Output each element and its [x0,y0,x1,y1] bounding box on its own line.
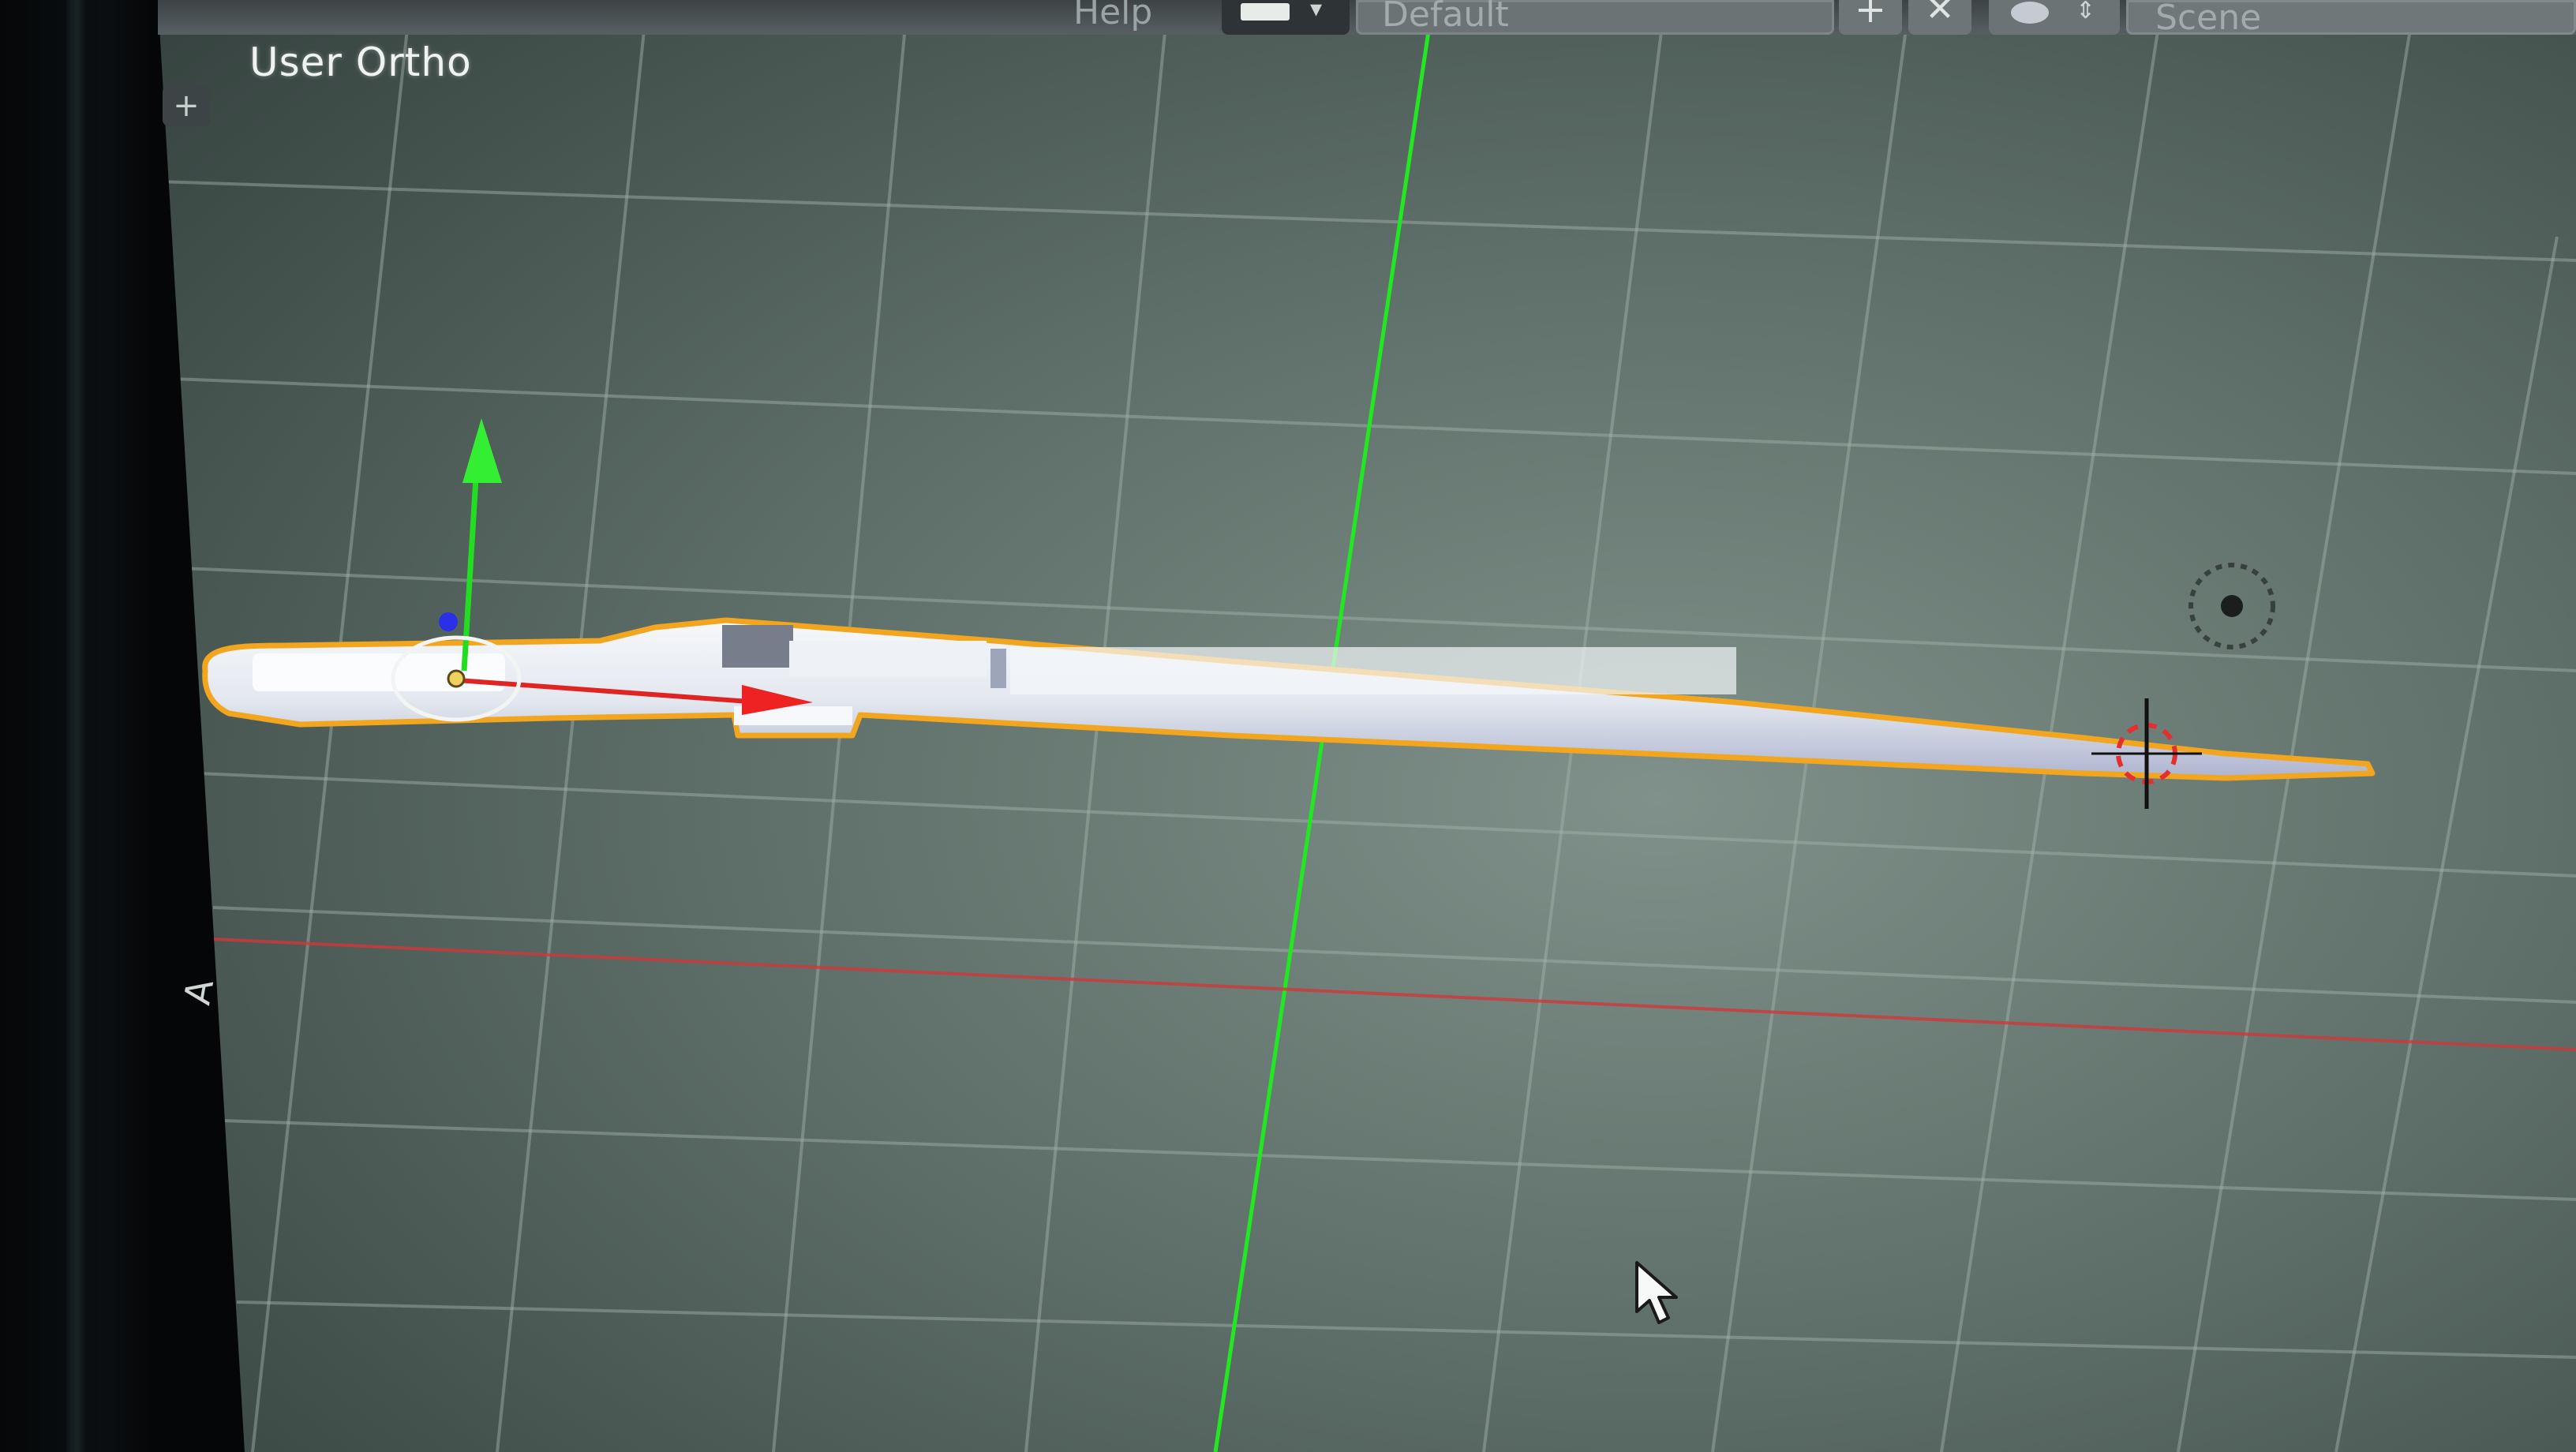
toolshelf-toggle-button[interactable]: + [163,85,210,126]
scene-name-field[interactable]: Scene [2126,0,2576,38]
object-origin-dot [447,669,466,688]
chevron-down-icon: ⇕ [2076,0,2096,24]
screen-layout-name: Default [1382,0,1509,35]
layout-selector[interactable]: ▾ [1222,0,1350,35]
close-icon: ✕ [1925,0,1955,29]
help-menu[interactable]: Help [1073,0,1152,32]
viewport-3d[interactable] [0,0,2576,1452]
scene-icon [2011,2,2049,24]
layout-grid-icon [1241,3,1290,21]
gizmo-z-axis-handle[interactable] [439,612,458,631]
chevron-down-icon: ▾ [1310,0,1323,23]
view-label: User Ortho [249,39,472,85]
scene-name: Scene [2155,0,2262,38]
screen-layout-field[interactable]: Default [1356,0,1834,35]
info-header-bar: Help ▾ Default + ✕ ⇕ Scene [158,0,2576,38]
plus-icon: + [1854,0,1887,32]
add-layout-button[interactable]: + [1839,0,1902,35]
mouse-pointer-icon [1635,1261,1678,1324]
scene-selector[interactable]: ⇕ [1989,0,2120,35]
delete-layout-button[interactable]: ✕ [1908,0,1971,35]
